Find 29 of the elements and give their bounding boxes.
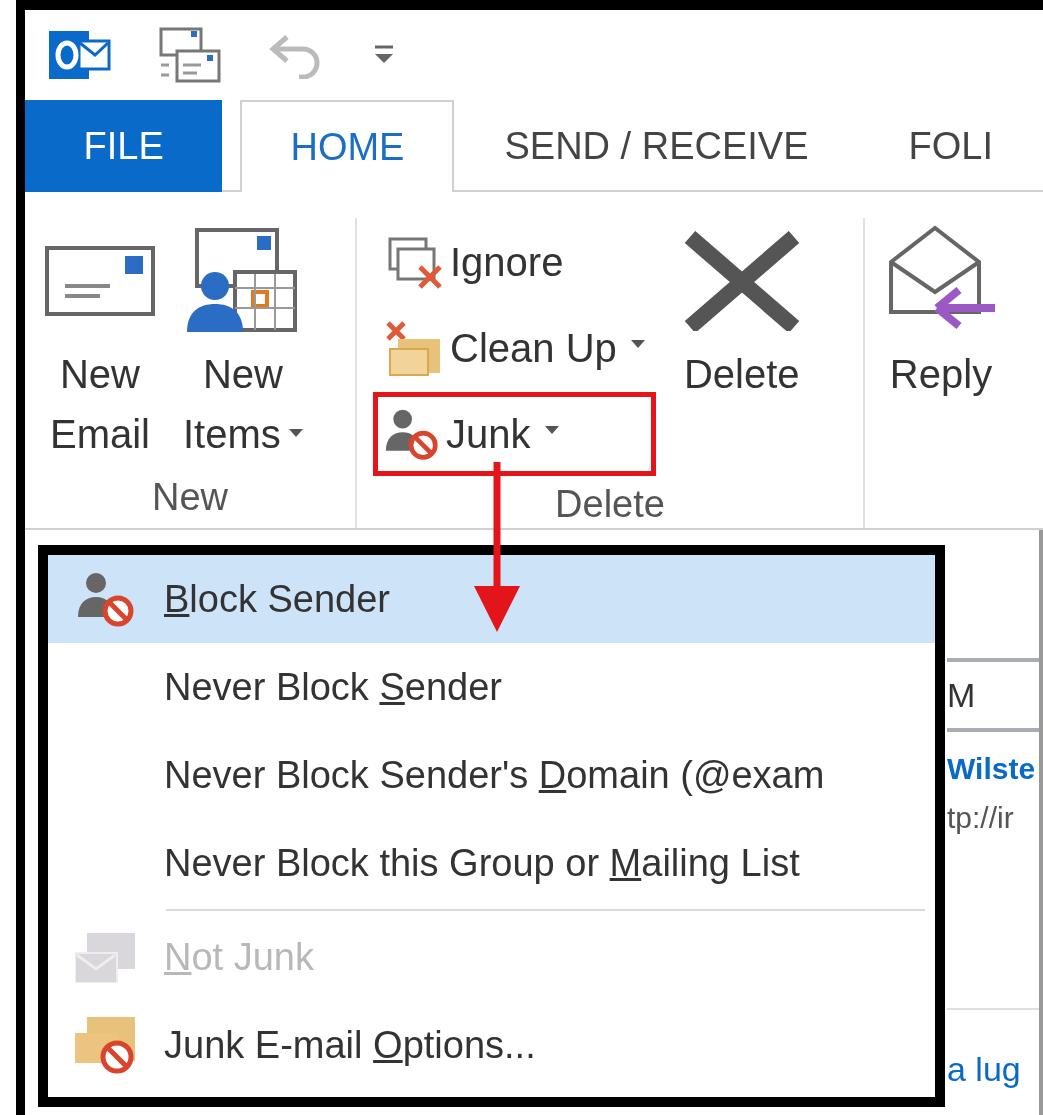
clean-up-button[interactable]: Clean Up — [373, 306, 656, 390]
new-email-button[interactable]: New Email — [41, 218, 159, 464]
app-logo-icon[interactable] — [49, 31, 111, 79]
customize-dropdown-icon[interactable] — [373, 44, 395, 66]
envelope-icon — [45, 246, 155, 316]
menu-item[interactable]: Never Block this Group or Mailing List — [48, 819, 935, 907]
reply-button[interactable]: Reply — [881, 218, 1001, 404]
sender-name: a lug — [947, 1049, 1021, 1090]
menu-item[interactable]: Block Sender — [48, 555, 935, 643]
ribbon-tab[interactable]: SEND / RECEIVE — [454, 100, 859, 192]
send-receive-icon[interactable] — [159, 25, 221, 85]
menu-item[interactable]: Never Block Sender's Domain (@exam — [48, 731, 935, 819]
junk-button[interactable]: Junk — [373, 392, 656, 476]
sender-name: Wilste — [947, 752, 1036, 785]
preview-text: tp://ir — [947, 800, 1014, 836]
new-items-button[interactable]: New Items — [179, 218, 307, 464]
delete-button[interactable]: Delete — [675, 218, 808, 404]
person-calendar-icon — [186, 228, 299, 334]
ignore-button[interactable]: Ignore — [373, 220, 656, 304]
ribbon-tab[interactable]: HOME — [240, 100, 455, 192]
menu-item[interactable]: Never Block Sender — [48, 643, 935, 731]
envelopes-icon — [75, 931, 137, 983]
menu-item[interactable]: Junk E-mail Options... — [48, 1001, 935, 1089]
folder-blocked-icon — [75, 1015, 137, 1075]
group-label: New — [151, 475, 229, 520]
file-tab[interactable]: FILE — [25, 100, 223, 192]
list-text: M — [947, 674, 976, 716]
ribbon-tab[interactable]: FOLI — [858, 100, 1043, 192]
group-label: Delete — [554, 482, 666, 527]
